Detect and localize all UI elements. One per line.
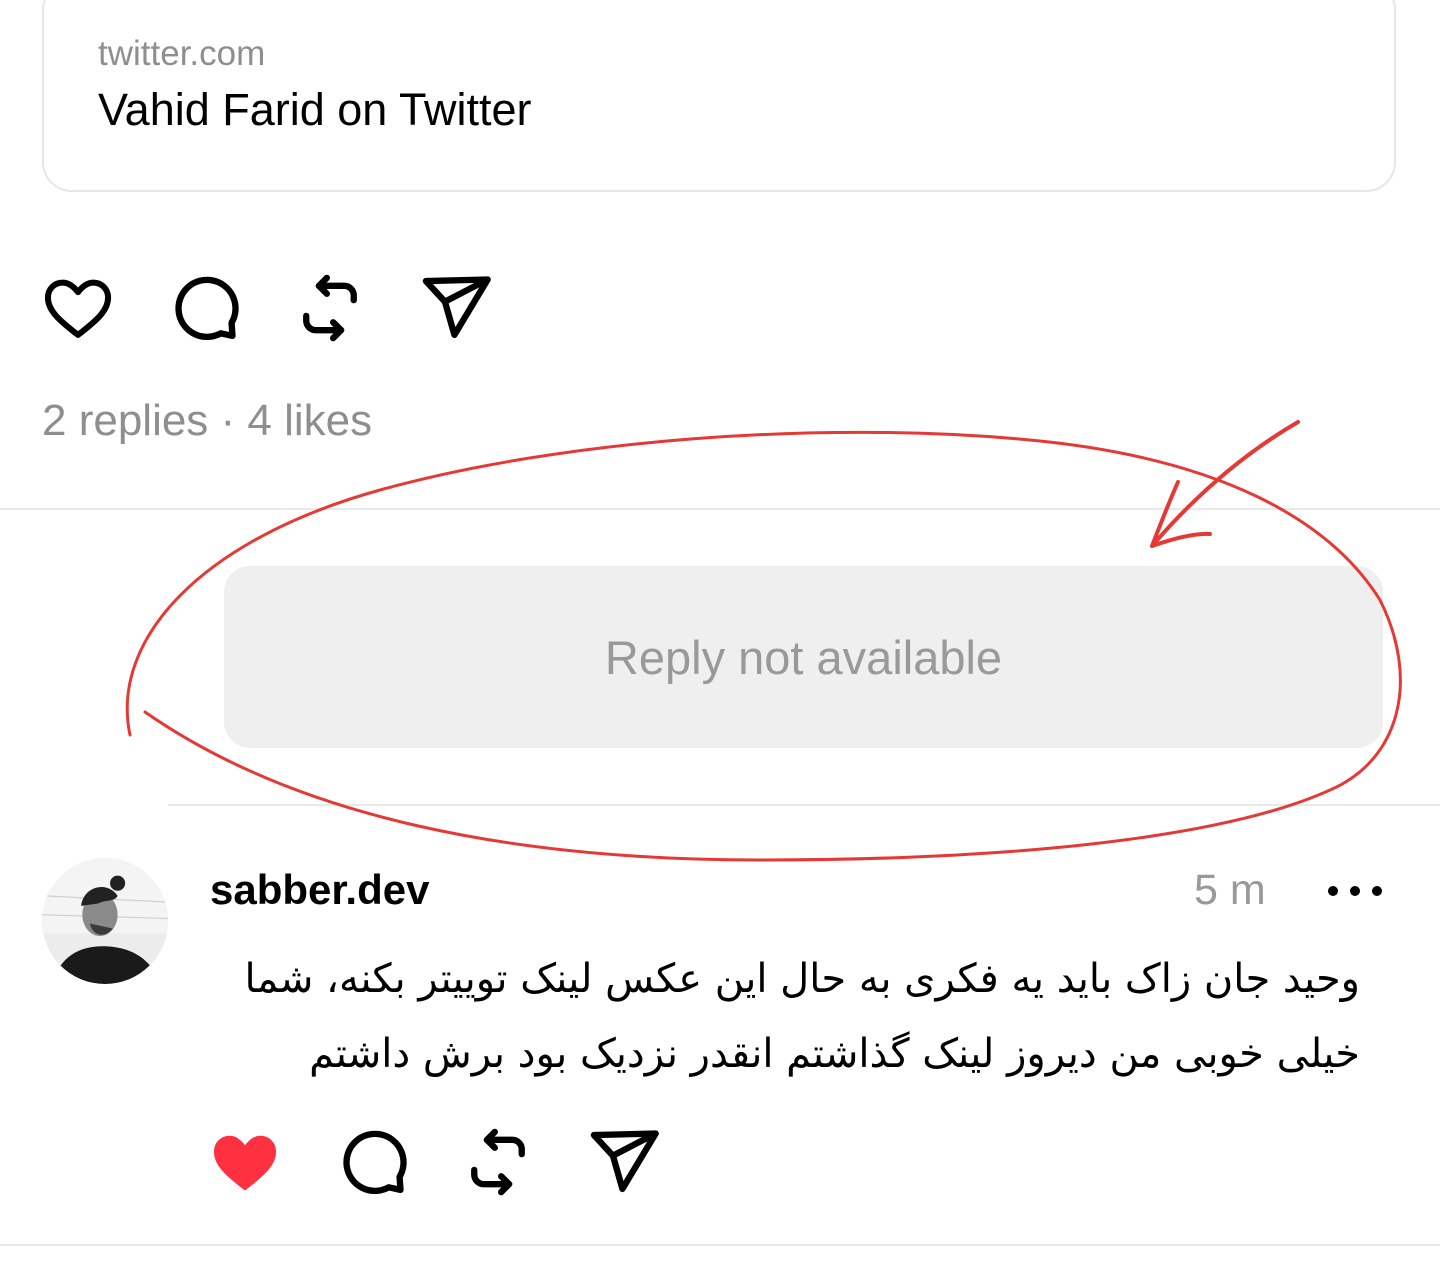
avatar[interactable] bbox=[42, 858, 168, 984]
repost-icon[interactable] bbox=[292, 270, 368, 346]
more-options-icon[interactable] bbox=[1320, 866, 1390, 916]
share-icon[interactable] bbox=[586, 1124, 662, 1200]
reply-timestamp: 5 m bbox=[1194, 866, 1266, 914]
post-stats[interactable]: 2 replies · 4 likes bbox=[42, 396, 372, 446]
reply-text: وحید جان زاک باید یه فکری به حال این عکس… bbox=[244, 956, 1361, 1077]
share-icon[interactable] bbox=[418, 270, 494, 346]
heart-icon[interactable] bbox=[40, 270, 116, 346]
repost-icon[interactable] bbox=[460, 1124, 536, 1200]
unavailable-reply-text: Reply not available bbox=[604, 630, 1003, 684]
link-domain: twitter.com bbox=[98, 34, 266, 73]
divider bbox=[168, 804, 1440, 806]
annotation-arrow bbox=[1150, 420, 1300, 548]
comment-icon[interactable] bbox=[166, 270, 242, 346]
reply-username[interactable]: sabber.dev bbox=[210, 866, 429, 914]
heart-filled-icon[interactable] bbox=[207, 1124, 283, 1200]
divider bbox=[0, 1244, 1440, 1246]
link-title: Vahid Farid on Twitter bbox=[98, 84, 532, 135]
comment-icon[interactable] bbox=[334, 1124, 410, 1200]
unavailable-reply-box: Reply not available bbox=[224, 566, 1383, 748]
divider bbox=[0, 508, 1440, 510]
